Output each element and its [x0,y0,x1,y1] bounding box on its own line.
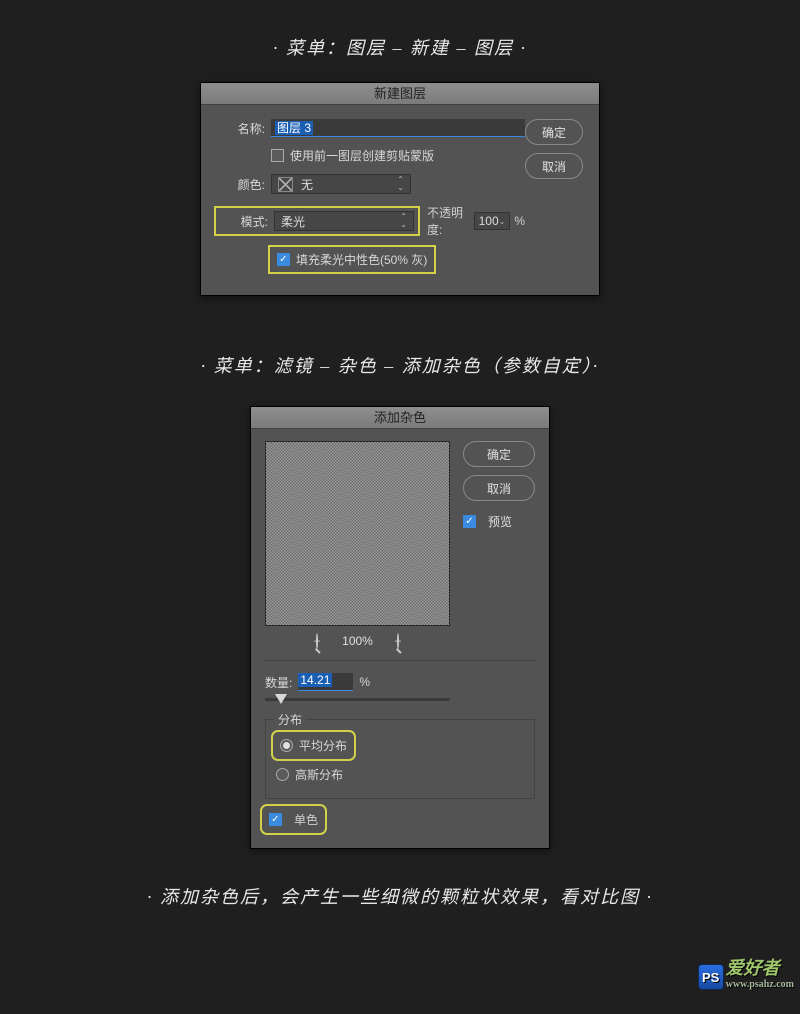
new-layer-dialog: 新建图层 名称: 图层 3 使用前一图层创建剪贴蒙版 颜色: 无 [200,82,600,296]
noise-preview [265,441,450,626]
dialog-title: 新建图层 [201,83,599,105]
ps-logo-icon: PS [698,964,724,990]
watermark-url: www.psahz.com [726,980,794,990]
color-select[interactable]: 无 ⌃⌄ [271,174,411,194]
amount-input[interactable]: 14.21 [298,673,353,691]
fill-neutral-label: 填充柔光中性色(50% 灰) [296,251,427,268]
cancel-button[interactable]: 取消 [463,475,535,501]
preview-checkbox[interactable] [463,515,476,528]
caption-result: · 添加杂色后，会产生一些细微的颗粒状效果，看对比图 · [0,883,800,909]
gaussian-radio[interactable] [276,768,289,781]
distribution-group: 分布 平均分布 高斯分布 [265,719,535,799]
zoom-out-button[interactable]: − [316,634,318,648]
divider [265,660,535,661]
preview-label: 预览 [488,513,512,530]
uniform-radio[interactable] [280,739,293,752]
zoom-level: 100% [342,634,373,648]
color-label: 颜色: [217,176,265,193]
caption-menu-layer: · 菜单：图层 – 新建 – 图层 · [0,34,800,60]
dialog-title: 添加杂色 [251,407,549,429]
layer-name-input[interactable]: 图层 3 [271,119,525,137]
gaussian-label: 高斯分布 [295,766,343,783]
opacity-label: 不透明度: [427,204,470,238]
name-label: 名称: [217,120,265,137]
clip-mask-label: 使用前一图层创建剪贴蒙版 [290,147,434,164]
caption-menu-noise: · 菜单：滤镜 – 杂色 – 添加杂色（参数自定）· [0,352,800,378]
distribution-label: 分布 [274,711,306,728]
zoom-in-button[interactable]: + [397,634,399,648]
mode-label: 模式: [220,213,268,230]
watermark-text: 爱好者 [726,958,780,978]
mono-checkbox[interactable] [269,813,282,826]
amount-unit: % [359,675,370,689]
amount-label: 数量: [265,674,292,691]
chevron-updown-icon: ⌃⌄ [397,176,404,192]
none-swatch-icon [278,177,293,192]
zoom-in-icon: + [397,633,399,649]
clip-mask-checkbox[interactable] [271,149,284,162]
mono-label: 单色 [294,811,318,828]
add-noise-dialog: 添加杂色 − 100% + 确定 取消 预览 [250,406,550,849]
chevron-updown-icon: ⌃⌄ [400,213,407,229]
watermark: PS 爱好者 www.psahz.com [698,954,794,990]
uniform-label: 平均分布 [299,737,347,754]
cancel-button[interactable]: 取消 [525,153,583,179]
zoom-out-icon: − [316,633,318,649]
slider-thumb-icon [275,694,287,704]
opacity-input[interactable]: 100⌄ [474,212,511,230]
fill-neutral-checkbox[interactable] [277,253,290,266]
ok-button[interactable]: 确定 [463,441,535,467]
mode-select[interactable]: 柔光 ⌃⌄ [274,211,414,231]
opacity-unit: % [514,214,525,228]
ok-button[interactable]: 确定 [525,119,583,145]
